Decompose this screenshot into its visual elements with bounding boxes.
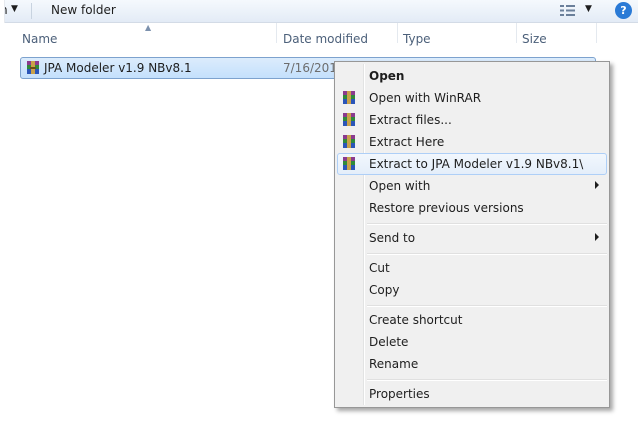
toolbar-divider xyxy=(31,3,32,19)
view-chevron-down-icon[interactable]: ▼ xyxy=(585,4,592,14)
menu-item-label: Extract Here xyxy=(369,135,445,149)
menu-item-label: Properties xyxy=(369,387,430,401)
column-divider[interactable] xyxy=(596,23,597,43)
file-name: JPA Modeler v1.9 NBv8.1 xyxy=(44,61,192,75)
menu-item-restore-previous-versions[interactable]: Restore previous versions xyxy=(337,197,607,219)
menu-separator xyxy=(367,379,607,381)
winrar-icon xyxy=(343,91,355,104)
menu-item-label: Open xyxy=(369,69,405,83)
column-header-type[interactable]: Type xyxy=(403,32,431,46)
menu-item-cut[interactable]: Cut xyxy=(337,257,607,279)
chevron-down-icon[interactable]: ▼ xyxy=(11,4,18,14)
column-header-size[interactable]: Size xyxy=(522,32,547,46)
menu-item-copy[interactable]: Copy xyxy=(337,279,607,301)
menu-item-label: Extract to JPA Modeler v1.9 NBv8.1\ xyxy=(369,157,584,171)
menu-separator xyxy=(367,223,607,225)
menu-item-label: Extract files... xyxy=(369,113,452,127)
menu-separator xyxy=(367,253,607,255)
menu-item-extract-to-folder[interactable]: Extract to JPA Modeler v1.9 NBv8.1\ xyxy=(337,153,607,175)
submenu-arrow-icon xyxy=(595,181,599,189)
menu-item-delete[interactable]: Delete xyxy=(337,331,607,353)
menu-item-open-with[interactable]: Open with xyxy=(337,175,607,197)
menu-item-extract-files[interactable]: Extract files... xyxy=(337,109,607,131)
menu-item-label: Open with WinRAR xyxy=(369,91,482,105)
command-bar: n ▼ New folder ▼ ? xyxy=(0,0,638,23)
help-icon[interactable]: ? xyxy=(615,2,632,19)
sort-ascending-icon: ▲ xyxy=(145,23,152,32)
winrar-extract-here-icon xyxy=(343,135,355,148)
menu-item-label: Cut xyxy=(369,261,390,275)
menu-item-create-shortcut[interactable]: Create shortcut xyxy=(337,309,607,331)
menu-item-rename[interactable]: Rename xyxy=(337,353,607,375)
column-header-date-modified[interactable]: Date modified xyxy=(283,32,368,46)
column-divider[interactable] xyxy=(276,23,277,43)
menu-item-open[interactable]: Open xyxy=(337,65,607,87)
menu-item-send-to[interactable]: Send to xyxy=(337,227,607,249)
menu-item-open-with-winrar[interactable]: Open with WinRAR xyxy=(337,87,607,109)
menu-item-extract-here[interactable]: Extract Here xyxy=(337,131,607,153)
menu-separator xyxy=(367,305,607,307)
submenu-arrow-icon xyxy=(595,233,599,241)
menu-item-label: Delete xyxy=(369,335,409,349)
new-folder-button[interactable]: New folder xyxy=(51,3,116,17)
winrar-archive-icon xyxy=(27,61,39,74)
menu-item-label: Send to xyxy=(369,231,416,245)
menu-item-label: Rename xyxy=(369,357,419,371)
winrar-extract-to-icon xyxy=(343,157,355,170)
menu-item-label: Restore previous versions xyxy=(369,201,524,215)
menu-item-properties[interactable]: Properties xyxy=(337,383,607,405)
column-divider[interactable] xyxy=(516,23,517,43)
context-menu: Open Open with WinRAR Extract files... E… xyxy=(334,61,610,408)
menu-item-label: Copy xyxy=(369,283,400,297)
menu-item-label: Open with xyxy=(369,179,431,193)
view-options-icon[interactable] xyxy=(559,3,577,18)
menu-item-label: Create shortcut xyxy=(369,313,463,327)
column-header-name[interactable]: Name xyxy=(22,32,57,46)
winrar-extract-icon xyxy=(343,113,355,126)
column-divider[interactable] xyxy=(397,23,398,43)
